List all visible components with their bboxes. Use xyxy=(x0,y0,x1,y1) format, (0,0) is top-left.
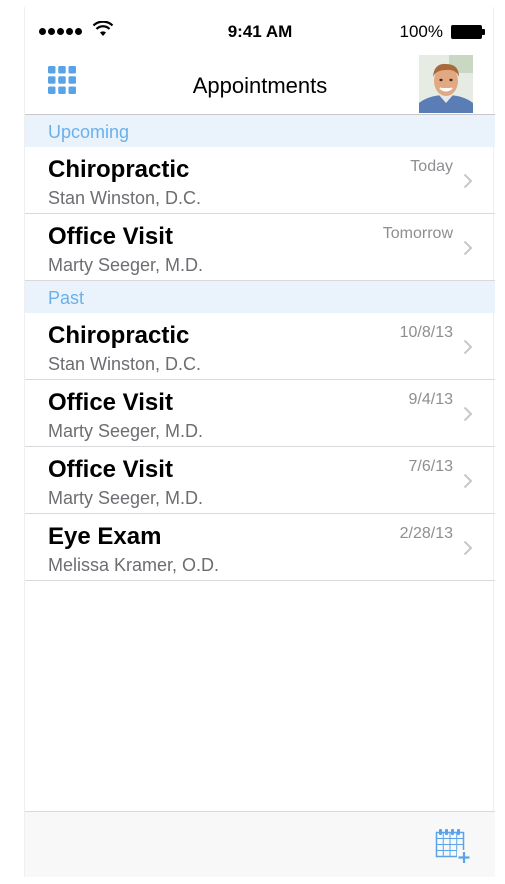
chevron-right-icon xyxy=(463,240,473,256)
battery-percent: 100% xyxy=(399,22,443,41)
list-item[interactable]: Office Visit Marty Seeger, M.D. 7/6/13 xyxy=(25,447,495,514)
appointment-date: 7/6/13 xyxy=(408,458,453,475)
navigation-bar: Appointments xyxy=(25,47,495,115)
chevron-right-icon xyxy=(463,540,473,556)
status-bar: 9:41 AM 100% xyxy=(25,7,495,47)
appointments-list: Upcoming Chiropractic Stan Winston, D.C.… xyxy=(25,115,495,581)
appointment-provider: Stan Winston, D.C. xyxy=(48,354,202,374)
appointment-title: Office Visit xyxy=(48,223,173,250)
appointment-date: 9/4/13 xyxy=(408,391,453,408)
appointment-title: Chiropractic xyxy=(48,156,190,183)
appointment-provider: Stan Winston, D.C. xyxy=(48,188,202,208)
appointment-title: Office Visit xyxy=(48,456,173,483)
bottom-toolbar xyxy=(25,811,495,877)
appointment-date: 2/28/13 xyxy=(399,525,453,542)
chevron-right-icon xyxy=(463,173,473,189)
section-header-upcoming: Upcoming xyxy=(25,115,495,147)
appointment-date: 10/8/13 xyxy=(399,324,453,341)
chevron-right-icon xyxy=(463,406,473,422)
list-item[interactable]: Office Visit Marty Seeger, M.D. 9/4/13 xyxy=(25,380,495,447)
appointment-provider: Melissa Kramer, O.D. xyxy=(48,555,220,575)
appointment-date: Tomorrow xyxy=(382,225,453,242)
chevron-right-icon xyxy=(463,339,473,355)
add-calendar-icon[interactable] xyxy=(435,828,471,864)
appointment-provider: Marty Seeger, M.D. xyxy=(48,488,204,508)
appointment-title: Eye Exam xyxy=(48,523,162,550)
list-item[interactable]: Chiropractic Stan Winston, D.C. Today xyxy=(25,147,495,214)
appointment-provider: Marty Seeger, M.D. xyxy=(48,255,204,275)
chevron-right-icon xyxy=(463,473,473,489)
list-item[interactable]: Eye Exam Melissa Kramer, O.D. 2/28/13 xyxy=(25,514,495,581)
battery-icon xyxy=(451,25,485,39)
appointment-provider: Marty Seeger, M.D. xyxy=(48,421,204,441)
appointment-title: Chiropractic xyxy=(48,322,190,349)
phone-screen: 9:41 AM 100% Appointments Upcoming Chiro… xyxy=(24,7,495,877)
list-item[interactable]: Chiropractic Stan Winston, D.C. 10/8/13 xyxy=(25,313,495,380)
appointment-date: Today xyxy=(410,158,453,175)
avatar[interactable] xyxy=(419,55,473,113)
list-item[interactable]: Office Visit Marty Seeger, M.D. Tomorrow xyxy=(25,214,495,281)
appointment-title: Office Visit xyxy=(48,389,173,416)
section-header-past: Past xyxy=(25,281,495,313)
